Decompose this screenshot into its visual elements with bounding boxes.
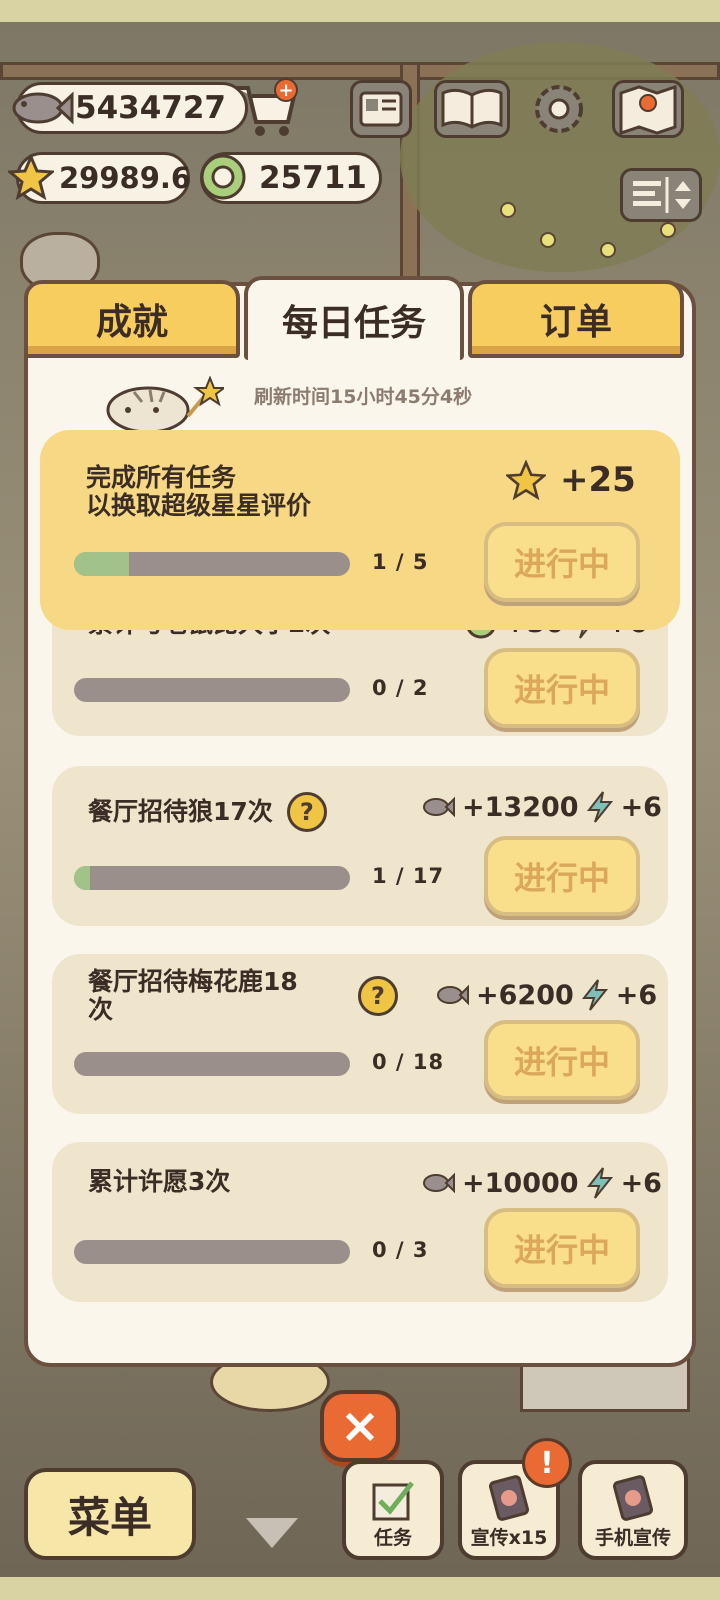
featured-title-line: 完成所有任务 [86,463,237,492]
tab-orders[interactable]: 订单 [468,280,684,358]
star-count: 29989.6 [59,161,192,195]
flyer-icon [488,1475,530,1521]
checklist-icon [372,1481,414,1521]
progress-text: 0 / 3 [372,1238,429,1262]
featured-reward: +25 [506,460,636,500]
book-icon[interactable] [434,80,510,138]
progress-text: 1 / 5 [372,550,429,574]
progress-bar [74,1052,350,1076]
task-title: 餐厅招待梅花鹿18 次 [88,968,298,1024]
progress-bar [74,678,350,702]
profile-card-icon[interactable] [350,80,412,138]
chevron-down-icon[interactable] [246,1518,298,1548]
task-reward: +13200 +6 [422,790,662,824]
light-bulb [540,232,556,248]
help-glyph: ? [299,798,314,826]
task-title-line: 餐厅招待梅花鹿18 [88,967,298,996]
button-label: 进行中 [513,1231,610,1269]
task-card: 餐厅招待梅花鹿18 次 ? +6200 +6 0 / 18 进行中 [52,954,668,1114]
fish-count: 5434727 [75,90,226,126]
star-icon [8,152,54,202]
menu-button[interactable]: 菜单 [24,1468,196,1560]
featured-title: 完成所有任务 以换取超级星星评价 [86,464,311,520]
light-bulb [660,222,676,238]
featured-title-line: 以换取超级星星评价 [86,491,312,520]
fish-icon [10,80,74,136]
featured-task-card: 完成所有任务 以换取超级星星评价 +25 1 / 5 进行中 [40,430,680,630]
task-status-button[interactable]: 进行中 [484,1020,640,1100]
star-icon [506,460,546,500]
help-icon[interactable]: ? [286,792,327,832]
tab-label: 成就 [95,302,168,343]
promote-label: 宣传x15 [470,1527,548,1549]
alert-glyph: ! [540,1445,554,1481]
tree-canopy [400,42,720,272]
progress-fill [74,552,130,576]
menu-label: 菜单 [67,1492,152,1542]
button-label: 进行中 [513,1043,610,1081]
progress-bar [74,866,350,890]
close-icon: × [339,1398,381,1454]
progress-text: 1 / 17 [372,864,445,888]
tab-daily-tasks[interactable]: 每日任务 [244,276,464,360]
svg-text:+: + [278,80,293,101]
progress-text: 0 / 18 [372,1050,445,1074]
progress-bar [74,552,350,576]
light-bulb [500,202,516,218]
help-icon[interactable]: ? [358,976,398,1016]
tab-achievements[interactable]: 成就 [24,280,240,358]
task-reward: +10000 +6 [422,1166,662,1200]
tasks-label: 任务 [373,1527,412,1549]
progress-text: 0 / 2 [372,676,429,700]
task-reward: +6200 +6 [436,978,657,1012]
task-title: 餐厅招待狼17次 [88,797,273,826]
task-card: 累计许愿3次 +10000 +6 0 / 3 进行中 [52,1142,668,1302]
reward-main: +13200 [462,791,579,823]
task-card: 餐厅招待狼17次 ? +13200 +6 1 / 17 进行中 [52,766,668,926]
reward-main: +10000 [462,1167,579,1199]
task-title-line: 次 [88,995,114,1024]
task-status-button[interactable]: 进行中 [484,1208,640,1288]
featured-status-button[interactable]: 进行中 [484,522,640,602]
shop-cart-icon[interactable]: + [232,78,302,140]
button-label: 进行中 [513,545,610,583]
map-icon[interactable] [612,80,684,138]
tab-label: 每日任务 [281,303,426,344]
fish-icon [423,1172,455,1194]
button-label: 进行中 [513,859,610,897]
energy-icon [581,979,608,1011]
task-status-button[interactable]: 进行中 [484,648,640,728]
coin-count: 25711 [259,160,367,196]
button-label: 进行中 [513,671,610,709]
fish-icon [423,796,455,818]
light-bulb [600,242,616,258]
phone-flyer-icon [612,1475,654,1521]
close-button[interactable]: × [320,1390,400,1462]
energy-icon [586,791,613,823]
task-title-row: 餐厅招待狼17次 ? [88,792,327,832]
sort-toggle-icon[interactable] [620,168,702,222]
reward-bonus: +6 [620,791,662,823]
tab-label: 订单 [539,302,612,343]
coin-icon [196,150,250,204]
progress-bar [74,1240,350,1264]
tasks-button[interactable]: 任务 [342,1460,444,1560]
reward-bonus: +6 [615,979,658,1011]
reward-main: +6200 [476,979,574,1011]
refresh-timer: 刷新时间15小时45分4秒 [254,386,473,408]
fish-icon [437,984,469,1006]
alert-badge: ! [522,1438,572,1488]
reward-main: +25 [560,460,636,500]
progress-fill [74,866,91,890]
task-status-button[interactable]: 进行中 [484,836,640,916]
phone-promote-label: 手机宣传 [594,1527,671,1549]
help-glyph: ? [371,982,385,1010]
phone-promote-button[interactable]: 手机宣传 [578,1460,688,1560]
energy-icon [586,1167,613,1199]
reward-bonus: +6 [620,1167,662,1199]
task-title: 累计许愿3次 [88,1167,231,1196]
settings-gear-icon[interactable] [528,80,590,138]
